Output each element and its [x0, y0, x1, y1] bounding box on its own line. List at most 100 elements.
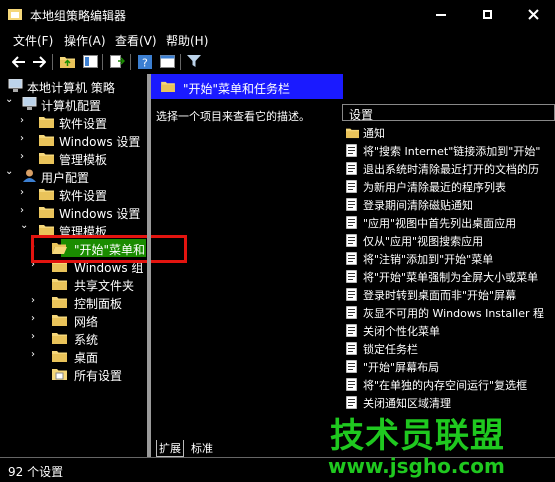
tab-standard[interactable]: 标准: [189, 440, 215, 456]
settings-list-item[interactable]: 仅从"应用"视图搜索应用: [342, 231, 555, 249]
up-one-level-button[interactable]: [58, 53, 76, 70]
watermark-url: www.jsgho.com: [328, 454, 505, 478]
back-arrow-icon: [12, 55, 25, 68]
properties-button[interactable]: [158, 53, 176, 70]
maximize-button[interactable]: [469, 0, 505, 29]
collapse-chevron-icon[interactable]: ›: [20, 133, 24, 144]
tree-item[interactable]: ⌄ 计算机配置: [3, 94, 146, 113]
user-icon: [22, 169, 37, 182]
settings-item-label: 灰显不可用的 Windows Installer 程: [363, 307, 544, 320]
column-header-setting[interactable]: 设置: [342, 104, 555, 122]
collapse-chevron-icon[interactable]: ›: [31, 331, 35, 342]
collapse-chevron-icon[interactable]: ›: [20, 187, 24, 198]
tree-item-label: 网络: [74, 315, 99, 329]
folder-icon: [52, 277, 67, 290]
back-button[interactable]: [10, 53, 28, 70]
close-icon: [528, 9, 539, 20]
settings-list-item[interactable]: 将"开始"菜单强制为全屏大小或菜单: [342, 267, 555, 285]
settings-list-item[interactable]: "开始"屏幕布局: [342, 357, 555, 375]
menu-file[interactable]: 文件(F): [13, 32, 53, 49]
computer-icon: [8, 79, 23, 92]
settings-list-item[interactable]: 关闭个性化菜单: [342, 321, 555, 339]
settings-item-label: 将"在单独的内存空间运行"复选框: [363, 379, 528, 392]
tree-item[interactable]: › 系统: [3, 329, 146, 347]
settings-item-label: 仅从"应用"视图搜索应用: [363, 235, 484, 248]
settings-item-label: 通知: [363, 127, 385, 140]
settings-list-item[interactable]: 登录时转到桌面而非"开始"屏幕: [342, 285, 555, 303]
tree-item[interactable]: › 桌面: [3, 347, 146, 365]
toolbar-separator: [52, 54, 53, 70]
policy-icon: [346, 324, 357, 337]
collapse-chevron-icon[interactable]: ›: [31, 349, 35, 360]
forward-button[interactable]: [30, 53, 48, 70]
collapse-chevron-icon[interactable]: ›: [20, 151, 24, 162]
tree-item[interactable]: › Windows 设置: [3, 131, 146, 149]
svg-text:?: ?: [142, 56, 148, 69]
menu-bar: 文件(F) 操作(A) 查看(V) 帮助(H): [0, 29, 555, 49]
collapse-chevron-icon[interactable]: ›: [20, 205, 24, 216]
tree-item-label: 本地计算机 策略: [27, 81, 115, 95]
tree-item[interactable]: › Windows 设置: [3, 203, 146, 221]
description-text: 选择一个项目来查看它的描述。: [156, 110, 310, 123]
menu-help[interactable]: 帮助(H): [166, 32, 208, 49]
computer-icon: [22, 97, 37, 110]
tree-item-label: 控制面板: [74, 297, 123, 311]
window-title: 本地组策略编辑器: [30, 9, 127, 23]
tree-item[interactable]: › 网络: [3, 311, 146, 329]
show-hide-tree-button[interactable]: [81, 53, 99, 70]
settings-list-item[interactable]: 将"注销"添加到"开始"菜单: [342, 249, 555, 267]
menu-view[interactable]: 查看(V): [115, 32, 157, 49]
tree-item-label: 用户配置: [41, 171, 90, 185]
tree-item[interactable]: 所有设置: [3, 365, 146, 383]
title-bar[interactable]: 本地组策略编辑器: [0, 0, 555, 29]
tree-item[interactable]: › 控制面板: [3, 293, 146, 311]
settings-list-item[interactable]: 锁定任务栏: [342, 339, 555, 357]
tree-item[interactable]: ⌄ 用户配置: [3, 166, 146, 185]
minimize-button[interactable]: [423, 0, 459, 29]
export-icon: [109, 55, 125, 68]
settings-list-item[interactable]: 登录期间清除磁贴通知: [342, 195, 555, 213]
settings-list: 通知 将"搜索 Internet"链接添加到"开始" 退出系统时清除最近打开的文档的…: [342, 122, 555, 444]
watermark-title: 技术员联盟: [330, 416, 505, 456]
tree-item[interactable]: 共享文件夹: [3, 275, 146, 293]
settings-list-item[interactable]: 通知: [342, 123, 555, 141]
policy-icon: [346, 234, 357, 247]
expand-chevron-icon[interactable]: ⌄: [20, 220, 28, 231]
tree-item-label: 软件设置: [59, 189, 108, 203]
details-pane: "开始"菜单和任务栏 选择一个项目来查看它的描述。 设置 通知 将"搜索 Inte…: [151, 74, 555, 457]
tree-item[interactable]: › 管理模板: [3, 149, 146, 167]
settings-item-label: 登录期间清除磁贴通知: [363, 199, 473, 212]
settings-list-item[interactable]: 灰显不可用的 Windows Installer 程: [342, 303, 555, 321]
settings-list-item[interactable]: 退出系统时清除最近打开的文档的历: [342, 159, 555, 177]
menu-action[interactable]: 操作(A): [64, 32, 106, 49]
settings-item-label: 将"开始"菜单强制为全屏大小或菜单: [363, 271, 539, 284]
policy-icon: [346, 252, 357, 265]
column-header-label: 设置: [349, 108, 374, 122]
expand-chevron-icon[interactable]: ⌄: [5, 166, 13, 177]
tree-item-label: 所有设置: [74, 369, 123, 383]
status-count: 92 个设置: [8, 465, 64, 479]
tab-extended[interactable]: 扩展: [156, 440, 184, 457]
app-icon: [8, 9, 22, 20]
close-button[interactable]: [512, 0, 555, 29]
tree-item[interactable]: 本地计算机 策略: [3, 77, 146, 95]
tree-item-label: 管理模板: [59, 153, 108, 167]
tree-item[interactable]: › 软件设置: [3, 113, 146, 131]
settings-item-label: 登录时转到桌面而非"开始"屏幕: [363, 289, 517, 302]
collapse-chevron-icon[interactable]: ›: [31, 295, 35, 306]
collapse-chevron-icon[interactable]: ›: [31, 313, 35, 324]
settings-list-item[interactable]: 将"搜索 Internet"链接添加到"开始": [342, 141, 555, 159]
settings-list-item[interactable]: 将"在单独的内存空间运行"复选框: [342, 375, 555, 393]
help-button[interactable]: ?: [136, 53, 154, 70]
export-list-button[interactable]: [108, 53, 126, 70]
settings-list-item[interactable]: "应用"视图中首先列出桌面应用: [342, 213, 555, 231]
folder-icon: [346, 126, 359, 139]
filter-button[interactable]: [185, 53, 203, 70]
tree-item[interactable]: › 软件设置: [3, 185, 146, 203]
toolbar-separator: [102, 54, 103, 70]
policy-icon: [346, 342, 357, 355]
expand-chevron-icon[interactable]: ⌄: [5, 94, 13, 105]
settings-item-label: 锁定任务栏: [363, 343, 418, 356]
collapse-chevron-icon[interactable]: ›: [20, 115, 24, 126]
settings-list-item[interactable]: 为新用户清除最近的程序列表: [342, 177, 555, 195]
